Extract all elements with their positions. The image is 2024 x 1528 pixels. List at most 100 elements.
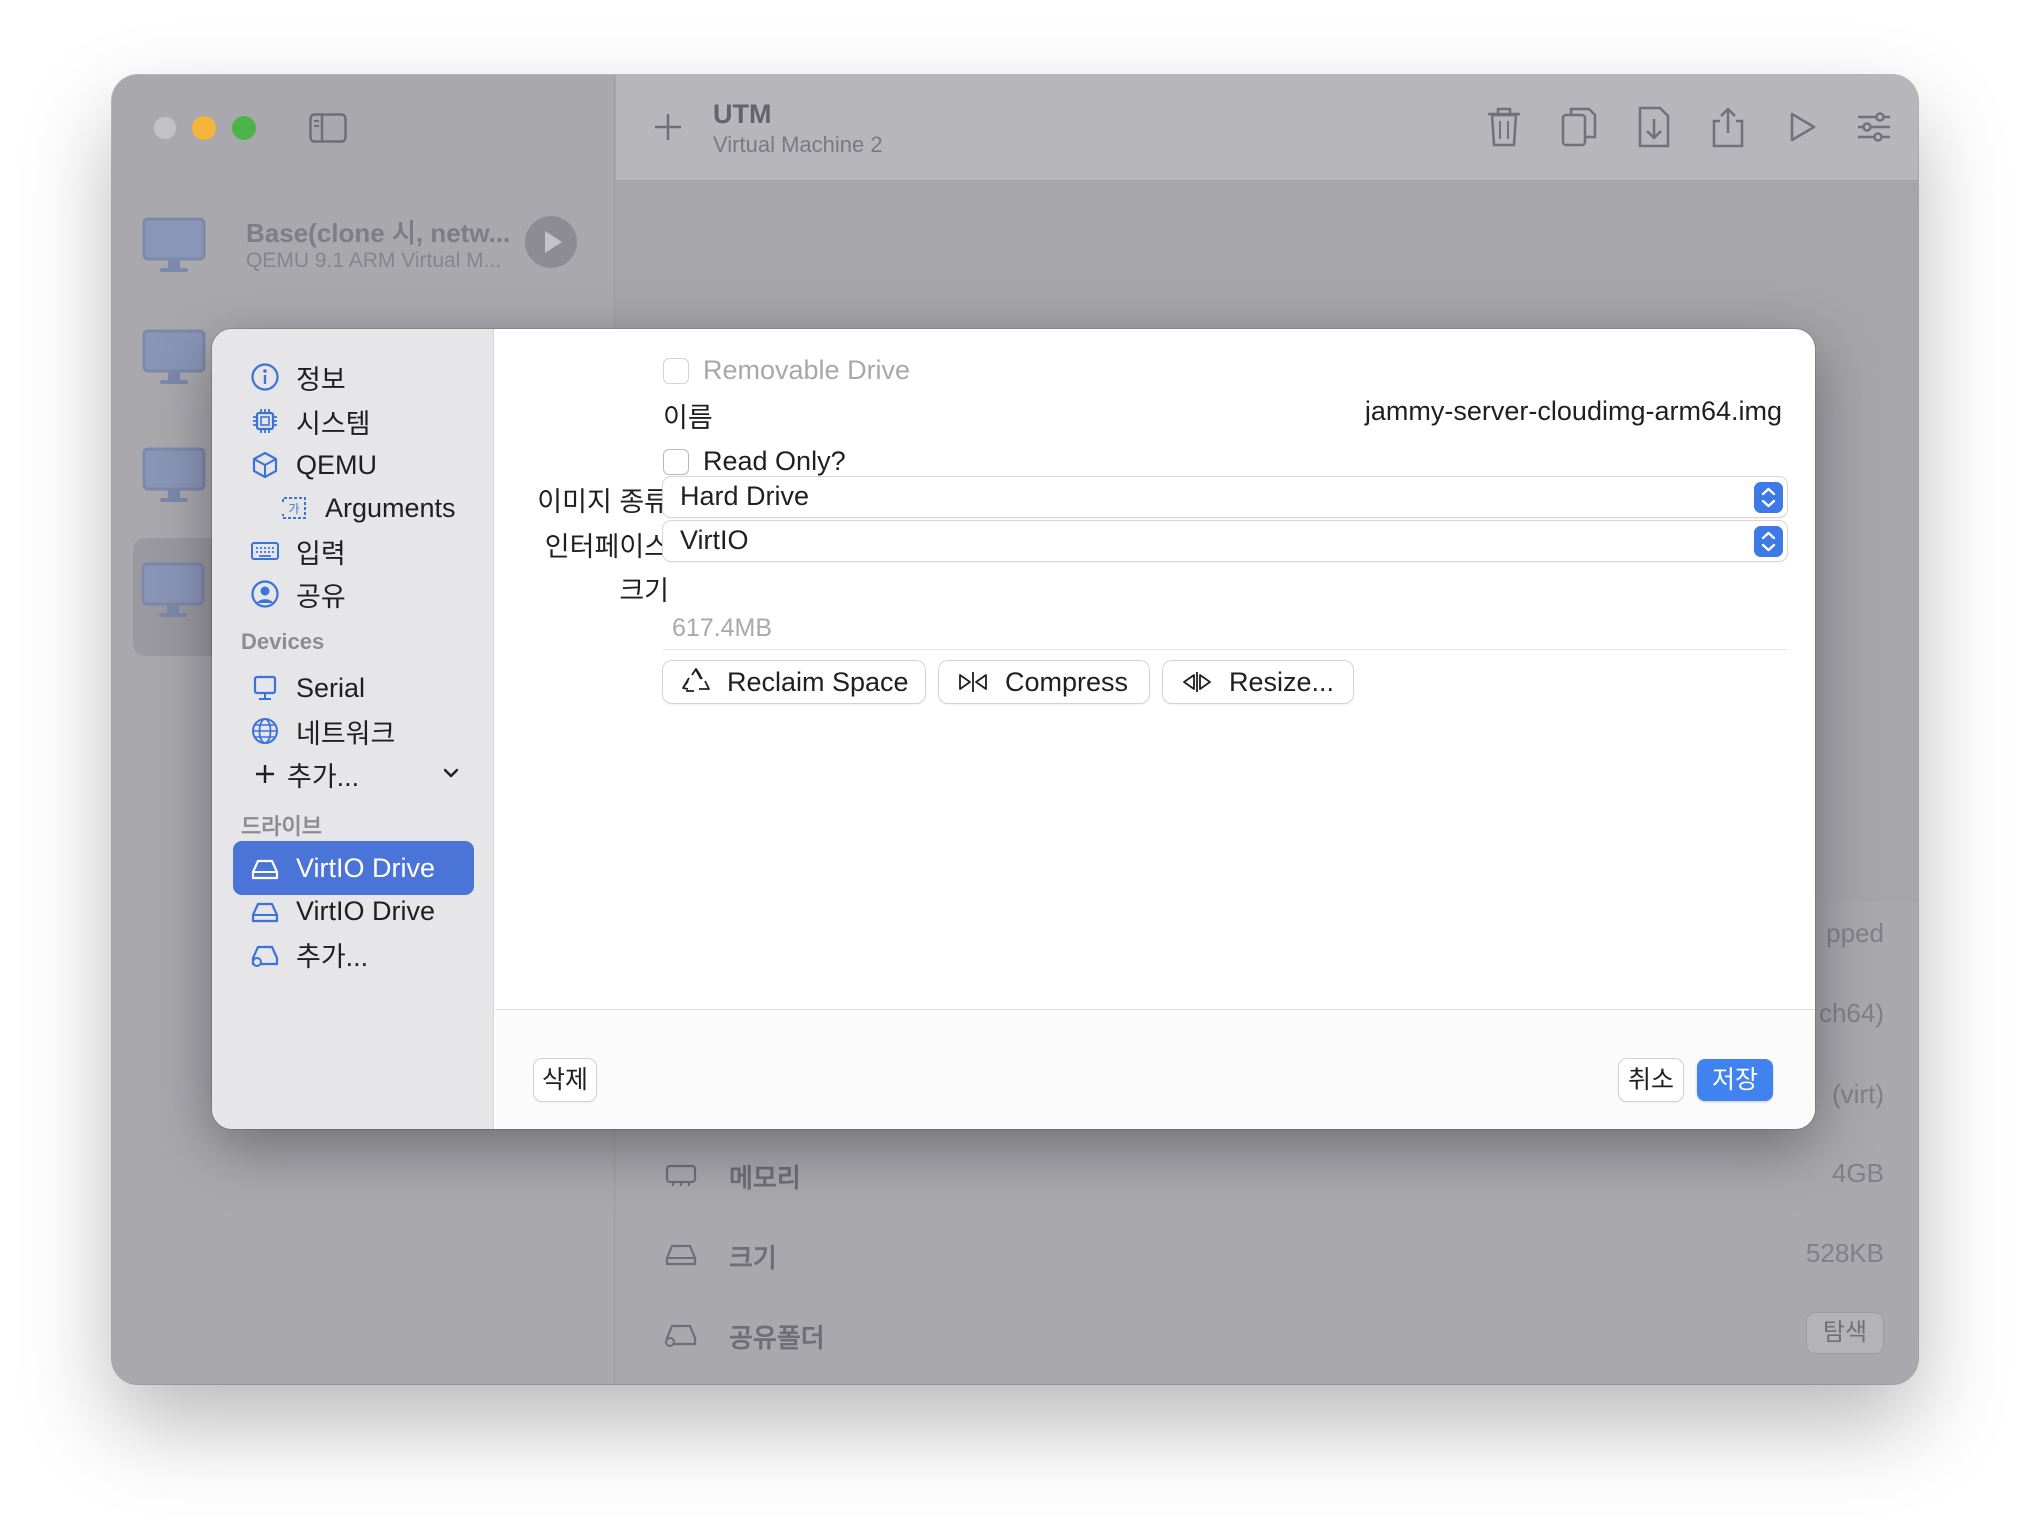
shared-drive-icon: [665, 1324, 697, 1347]
clone-icon[interactable]: [1559, 105, 1599, 149]
add-vm-icon[interactable]: [652, 111, 684, 143]
interface-value: VirtIO: [680, 525, 749, 555]
resize-button[interactable]: Resize...: [1163, 661, 1353, 703]
keyboard-icon: [251, 542, 279, 560]
resize-label: Resize...: [1229, 666, 1335, 697]
detail-value: 528KB: [1805, 1238, 1884, 1268]
drive-settings-form: Removable Drive 이름 jammy-server-cloudimg…: [495, 329, 1815, 1009]
removable-drive-label: Removable Drive: [703, 355, 911, 385]
nav-label: 네트워크: [296, 718, 396, 749]
drive-icon: [251, 902, 279, 923]
nav-label: Arguments: [325, 492, 456, 523]
zoom-window-button[interactable]: [232, 116, 256, 140]
interface-select[interactable]: VirtIO: [663, 521, 1787, 561]
nav-label: 추가...: [287, 761, 360, 792]
interface-label: 인터페이스: [544, 532, 669, 562]
settings-sidebar: 정보 시스템 QEMU 가 Arguments 입력 공유 Devices Se…: [212, 329, 494, 1129]
nav-label: 공유: [296, 581, 346, 612]
nav-item-add-device[interactable]: 추가...: [233, 747, 474, 801]
drive-icon: [665, 1244, 697, 1266]
reclaim-space-label: Reclaim Space: [727, 666, 909, 697]
size-field: 617.4MB: [663, 608, 1787, 650]
nav-label: 시스템: [296, 408, 371, 439]
sidebar-toggle-icon[interactable]: [309, 113, 347, 143]
info-icon: [251, 363, 279, 391]
detail-label: 크기: [729, 1243, 777, 1273]
size-value: 617.4MB: [672, 614, 773, 642]
vm-monitor-icon: [142, 329, 206, 384]
nav-label: QEMU: [296, 449, 377, 480]
compress-label: Compress: [1005, 666, 1129, 697]
monitor-icon: [253, 675, 277, 700]
devices-section-header: Devices: [241, 629, 325, 654]
minimize-window-button[interactable]: [192, 116, 216, 140]
cpu-chip-icon: [253, 409, 277, 433]
nav-label: VirtIO Drive: [296, 895, 436, 926]
detail-label: 메모리: [729, 1163, 801, 1193]
detail-arch-value: ch64): [1818, 998, 1884, 1028]
svg-text:가: 가: [288, 502, 299, 516]
delete-drive-button[interactable]: 삭제: [534, 1059, 596, 1101]
vm-monitor-icon: [141, 562, 205, 617]
nav-item-add-drive[interactable]: 추가...: [233, 927, 474, 981]
add-drive-icon: [251, 945, 279, 967]
cancel-button[interactable]: 취소: [1619, 1059, 1683, 1101]
play-icon[interactable]: [1782, 105, 1822, 149]
vm-settings-sheet: 정보 시스템 QEMU 가 Arguments 입력 공유 Devices Se…: [212, 329, 1815, 1129]
vm-subtitle: QEMU 9.1 ARM Virtual M...: [246, 249, 502, 272]
nav-label: VirtIO Drive: [296, 852, 436, 883]
vm-monitor-icon: [142, 217, 206, 272]
detail-row-shared-folder: 공유폴더 탐색: [616, 1304, 1918, 1364]
memory-chip-icon: [665, 1164, 697, 1186]
close-window-button[interactable]: [153, 116, 177, 140]
cube-icon: [252, 451, 278, 479]
nav-label: 추가...: [296, 941, 369, 972]
globe-icon: [252, 718, 278, 744]
recycle-icon: [682, 668, 710, 692]
compress-button[interactable]: Compress: [939, 661, 1149, 703]
sheet-footer: 삭제 취소 저장: [495, 1009, 1815, 1129]
vm-title: Base(clone 시, netw...: [246, 218, 511, 248]
resize-icon: [1183, 672, 1211, 692]
removable-drive-checkbox[interactable]: [663, 358, 689, 384]
up-down-chevron-icon: [1754, 482, 1783, 513]
nav-label: 정보: [296, 364, 346, 395]
drives-section-header: 드라이브: [241, 814, 322, 839]
chevron-down-icon[interactable]: [442, 766, 460, 780]
arguments-icon: 가: [282, 497, 306, 519]
image-type-label: 이미지 종류: [537, 487, 669, 517]
toolbar-subtitle: Virtual Machine 2: [713, 132, 883, 157]
image-type-select[interactable]: Hard Drive: [663, 477, 1787, 517]
detail-row-size: 크기 528KB: [616, 1224, 1918, 1284]
save-button[interactable]: 저장: [1697, 1059, 1773, 1101]
main-toolbar: UTM Virtual Machine 2: [616, 75, 1918, 181]
reclaim-space-button[interactable]: Reclaim Space: [663, 661, 925, 703]
size-label: 크기: [619, 576, 669, 606]
nav-item-sharing[interactable]: 공유: [233, 567, 474, 621]
read-only-checkbox[interactable]: [663, 449, 689, 475]
name-value: jammy-server-cloudimg-arm64.img: [1364, 396, 1782, 426]
detail-status-value: pped: [1826, 918, 1884, 948]
nav-label: Serial: [296, 672, 366, 703]
drive-icon: [251, 859, 279, 880]
detail-machine-value: (virt): [1832, 1079, 1884, 1109]
settings-sliders-icon[interactable]: [1854, 105, 1894, 149]
nav-label: 입력: [296, 538, 346, 569]
read-only-label: Read Only?: [703, 446, 846, 476]
vm-monitor-icon: [142, 447, 206, 502]
plus-icon: [256, 765, 274, 783]
vm-list-item[interactable]: Base(clone 시, netw... QEMU 9.1 ARM Virtu…: [134, 203, 594, 321]
download-document-icon[interactable]: [1634, 105, 1674, 149]
trash-icon[interactable]: [1484, 105, 1524, 149]
explore-button[interactable]: 탐색: [1806, 1312, 1884, 1354]
compress-icon: [959, 672, 987, 692]
detail-value: 4GB: [1831, 1158, 1884, 1188]
detail-row-memory: 메모리 4GB: [616, 1144, 1918, 1204]
image-type-value: Hard Drive: [680, 481, 810, 511]
detail-label: 공유폴더: [729, 1323, 825, 1353]
name-label: 이름: [663, 403, 713, 433]
run-vm-button[interactable]: [525, 216, 577, 268]
up-down-chevron-icon: [1754, 526, 1783, 557]
share-icon[interactable]: [1708, 105, 1748, 149]
toolbar-title: UTM: [713, 99, 772, 129]
